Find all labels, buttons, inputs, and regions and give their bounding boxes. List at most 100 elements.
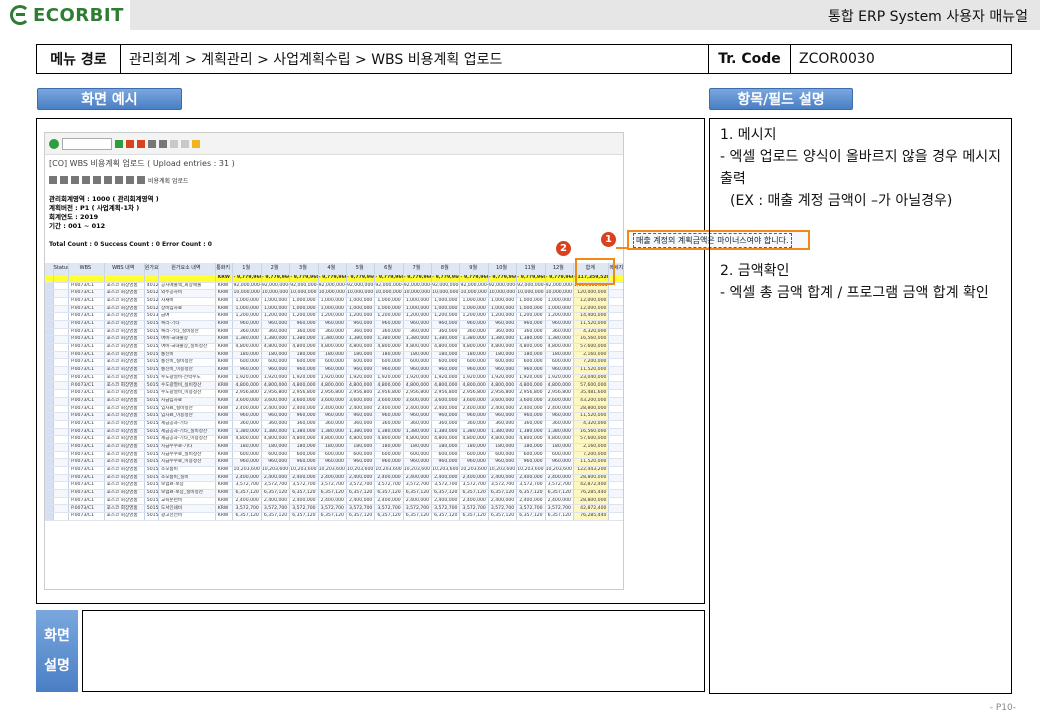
table-row[interactable]: P.0073/C1포스코 회장영홈501526004소모품비KRW10,203,… <box>45 466 623 475</box>
table-row[interactable]: P.0073/C1포스코 회장영홈501505002수도광열비_실비정산KRW4… <box>45 381 623 391</box>
month-amount-cell: 600,000 <box>431 451 461 460</box>
month-amount-cell: 4,800,000 <box>318 343 347 352</box>
table-row[interactable]: P.0073/C1포스코 회장영홈501504001통신비KRW180,0001… <box>45 351 623 360</box>
cancel-icon[interactable] <box>137 139 145 148</box>
table-row[interactable]: P.0073/C1포스코 회장영홈501502001여비-국내출장KRW1,38… <box>45 335 623 344</box>
page-icon-2[interactable] <box>181 139 189 148</box>
table-row[interactable]: P.0073/C1포스코 회장영홈501506002임차료_실비정산KRW2,4… <box>45 405 623 414</box>
table-row[interactable]: P.0073/C1포스코 회장영홈501527004교육훈련비KRW2,400,… <box>45 497 623 506</box>
month-amount-cell: 960,000 <box>431 320 461 329</box>
sum-cell: 11,520,000 <box>573 412 610 421</box>
row-selector <box>45 489 54 498</box>
print-icon[interactable] <box>148 139 156 148</box>
sum-cell: 11,520,000 <box>573 366 610 375</box>
grid-cell: - 9,779,960 - <box>431 274 461 283</box>
exit-icon[interactable] <box>126 139 134 148</box>
sort-asc-icon[interactable] <box>60 176 68 184</box>
help-icon[interactable] <box>192 139 200 148</box>
month-amount-cell: 960,000 <box>289 458 319 467</box>
table-row[interactable]: P.0073/C1포스코 회장영홈501507099세금공과-기타_이용정산KR… <box>45 435 623 444</box>
cost-element-desc-cell: 소모품비 <box>158 466 216 475</box>
table-row[interactable]: P.0073/C1포스코 회장영홈501203001자재비KRW1,000,00… <box>45 297 623 306</box>
month-amount-cell: 4,800,000 <box>374 435 404 444</box>
month-amount-cell: 960,000 <box>431 366 461 375</box>
table-row[interactable]: P.0073/C1포스코 회장영홈501207001장비임차료KRW1,000,… <box>45 305 623 314</box>
sort-desc-icon[interactable] <box>71 176 79 184</box>
message-cell <box>608 435 623 444</box>
month-amount-cell: 4,800,000 <box>516 343 546 352</box>
subtotal-icon[interactable] <box>104 176 112 184</box>
wbs-desc-cell: 포스코 회장영홈 <box>104 451 145 460</box>
status-cell <box>53 389 70 398</box>
month-amount-cell: 1,200,000 <box>346 312 376 321</box>
export-icon[interactable] <box>115 176 123 184</box>
command-field[interactable] <box>62 137 112 150</box>
month-amount-cell: 360,000 <box>403 420 433 429</box>
table-row[interactable]: P.0073/C1포스코 회장영홈501526005소모품비_실비KRW2,40… <box>45 474 623 483</box>
upload-icon[interactable] <box>137 176 145 184</box>
upload-button-label[interactable]: 비용계획 업로드 <box>148 176 189 185</box>
table-row[interactable]: P.0073/C1포스코 회장영홈501501097복리-기타KRW960,00… <box>45 320 623 329</box>
month-amount-cell: 1,920,000 <box>545 374 574 383</box>
status-cell <box>53 466 70 475</box>
sum-icon[interactable] <box>93 176 101 184</box>
row-selector <box>45 366 54 375</box>
table-row[interactable]: P.0073/C1포스코 회장영홈501506001지급임차료KRW3,600,… <box>45 397 623 406</box>
month-amount-cell: 360,000 <box>516 328 546 337</box>
message-cell <box>608 405 623 414</box>
month-amount-cell: 2,400,000 <box>459 497 489 506</box>
table-row[interactable]: P.0073/C1포스코 회장영홈501502002여비-국내출장_실비정산KR… <box>45 343 623 352</box>
table-row[interactable]: P.0073/C1포스코 회장영홈501506003임차료_이용정산KRW960… <box>45 412 623 421</box>
table-row[interactable]: P.0073/C1포스코 회장영홈501504002통신비_실비정산KRW600… <box>45 358 623 368</box>
table-row[interactable]: P.0073/C1포스코 회장영홈501504003통신비_이용정산KRW960… <box>45 366 623 375</box>
wbs-cell: P.0073/C1 <box>68 343 105 352</box>
month-amount-cell: 180,000 <box>488 443 518 452</box>
table-row[interactable]: P.0073/C1포스코 회장영홈501527002보험료-보증KRW3,572… <box>45 481 623 491</box>
find-icon[interactable] <box>159 139 167 148</box>
table-row[interactable]: P.0073/C1포스코 회장영홈501510099지급수수료_이용정산KRW9… <box>45 458 623 467</box>
table-row[interactable]: P.0073/C1포스코 회장영홈501201001외주공사비KRW10,000… <box>45 289 623 298</box>
table-row[interactable]: P.0073/C1포스코 회장영홈501501098복리-기타_실비정산KRW3… <box>45 328 623 337</box>
month-amount-cell: 4,800,000 <box>289 343 319 352</box>
table-row[interactable]: P.0073/C1포스코 회장영홈401201001공사매출액_회장매출KRW9… <box>45 282 623 291</box>
month-amount-cell: 960,000 <box>232 412 262 421</box>
table-row[interactable]: P.0073/C1포스코 회장영홈501510007지급수수료-기타KRW180… <box>45 443 623 452</box>
month-amount-cell: 3,600,000 <box>488 397 518 406</box>
month-amount-cell: 960,000 <box>459 458 489 467</box>
detail-icon[interactable] <box>49 176 57 184</box>
filter-icon[interactable] <box>82 176 90 184</box>
month-amount-cell: 1,380,000 <box>346 335 376 344</box>
wbs-desc-cell: 포스코 회장영홈 <box>104 412 145 421</box>
table-row[interactable]: P.0073/C1포스코 회장영홈501527003보험료-보증_실비정산KRW… <box>45 489 623 498</box>
layout-icon[interactable] <box>126 176 134 184</box>
month-amount-cell: 600,000 <box>516 451 546 460</box>
month-amount-cell: 10,203,600 <box>403 466 433 475</box>
table-row[interactable]: P.0073/C1포스코 회장영홈501301001급여KRW1,200,000… <box>45 312 623 321</box>
month-amount-cell: 4,800,000 <box>545 435 574 444</box>
row-selector <box>45 289 54 298</box>
selection-params: 관리회계영역 : 1000 ( 관리회계영역 ) 계획버전 : P1 ( 사업계… <box>45 189 623 241</box>
row-selector <box>45 451 54 460</box>
month-amount-cell: 1,920,000 <box>289 374 319 383</box>
table-row[interactable]: P.0073/C1포스코 회장영홈501505001수도광열비-전력수도KRW1… <box>45 374 623 383</box>
wbs-desc-cell: 포스코 회장영홈 <box>104 358 145 368</box>
table-row[interactable]: P.0073/C1포스코 회장영홈501507097세금공과-기타KRW360,… <box>45 420 623 429</box>
check-icon[interactable] <box>49 138 59 149</box>
table-row[interactable]: P.0073/C1포스코 회장영홈501507098세금공과-기타_실비정산KR… <box>45 428 623 437</box>
month-amount-cell: 1,200,000 <box>545 312 574 321</box>
table-row[interactable]: P.0073/C1포스코 회장영홈501531001광고선전비KRW6,357,… <box>45 512 623 521</box>
month-amount-cell: 360,000 <box>318 420 347 429</box>
table-row[interactable]: P.0073/C1포스코 회장영홈501510098지급수수료_실비정산KRW6… <box>45 451 623 460</box>
month-amount-cell: 3,572,700 <box>545 481 574 491</box>
desc-item1-title: 1. 메시지 <box>720 127 777 143</box>
cost-element-cell: 501501098 <box>144 328 159 337</box>
month-amount-cell: 4,800,000 <box>545 381 574 391</box>
month-amount-cell: 3,600,000 <box>545 397 574 406</box>
month-amount-cell: 360,000 <box>232 420 262 429</box>
month-amount-cell: 4,800,000 <box>431 343 461 352</box>
table-row[interactable]: P.0073/C1포스코 회장영홈501505003수도광열비_이용정산KRW2… <box>45 389 623 398</box>
month-amount-cell: 1,000,000 <box>289 305 319 314</box>
table-row[interactable]: P.0073/C1포스코 회장영홈501529001도서인쇄비KRW3,572,… <box>45 504 623 514</box>
page-icon[interactable] <box>170 139 178 148</box>
back-icon[interactable] <box>115 139 123 148</box>
